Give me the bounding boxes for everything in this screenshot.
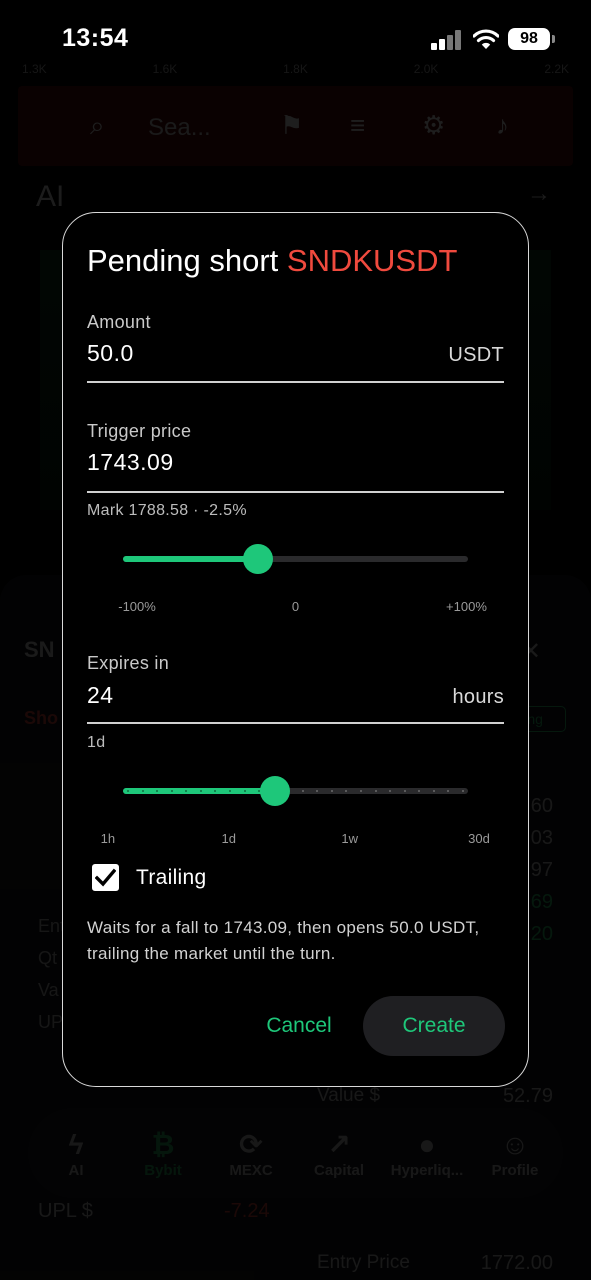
expires-slider[interactable] [123, 771, 468, 811]
slider-step-dot [403, 790, 406, 792]
amount-unit: USDT [448, 344, 504, 366]
expires-slider-ticks: 1h 1d 1w 30d [87, 831, 504, 847]
tick-label: +100% [446, 599, 487, 614]
slider-step-dot [199, 790, 202, 792]
amount-label: Amount [87, 312, 151, 332]
cancel-button[interactable]: Cancel [249, 998, 349, 1054]
tick-label: 0 [291, 599, 300, 614]
status-time: 13:54 [62, 24, 129, 52]
slider-step-dot [374, 790, 377, 792]
slider-step-dot [185, 790, 188, 792]
trigger-price-underline [87, 491, 504, 493]
symbol-label: SNDKUSDT [286, 243, 458, 278]
checkmark-icon [95, 868, 116, 887]
slider-step-dot [214, 790, 217, 792]
tick-label: 1h [100, 831, 116, 846]
slider-step-dot [360, 790, 362, 792]
amount-input[interactable] [87, 340, 387, 367]
slider-step-dot [127, 790, 129, 792]
trigger-slider-ticks: -100% 0 +100% [87, 599, 504, 615]
wifi-icon [473, 29, 499, 49]
slider-step-dot [432, 790, 435, 792]
create-button[interactable]: Create [363, 996, 505, 1056]
tick-label: 30d [468, 831, 490, 846]
expires-helper: 1d [87, 734, 106, 751]
battery-icon: 98 [508, 28, 555, 50]
slider-step-dot [243, 790, 246, 792]
slider-step-dot [141, 790, 144, 792]
slider-step-dot [389, 790, 392, 792]
slider-step-dot [447, 790, 450, 792]
trailing-checkbox[interactable] [92, 864, 119, 891]
slider-steps [123, 790, 468, 792]
slider-step-dot [301, 790, 304, 792]
slider-step-dot [156, 790, 159, 792]
slider-step-dot [418, 790, 421, 792]
trigger-price-label: Trigger price [87, 421, 192, 441]
expires-input[interactable] [87, 682, 387, 709]
tick-label: -100% [118, 599, 156, 614]
status-bar: 13:54 98 [0, 0, 591, 80]
slider-step-dot [316, 790, 319, 792]
slider-thumb[interactable] [259, 776, 290, 806]
slider-fill [123, 556, 258, 562]
slider-thumb[interactable] [242, 544, 273, 574]
slider-step-dot [461, 790, 464, 792]
expires-underline [87, 722, 504, 724]
pending-short-dialog: Pending short SNDKUSDT Amount USDT Trigg… [62, 212, 529, 1087]
amount-underline [87, 381, 504, 383]
mark-price-helper: Mark 1788.58 · -2.5% [87, 502, 247, 519]
trigger-price-input[interactable] [87, 449, 387, 476]
tick-label: 1d [221, 831, 236, 846]
slider-step-dot [228, 790, 231, 792]
expires-unit: hours [452, 686, 504, 708]
tick-label: 1w [341, 831, 359, 846]
cellular-signal-icon [431, 30, 463, 50]
dialog-title: Pending short SNDKUSDT [87, 243, 458, 278]
slider-step-dot [345, 790, 348, 792]
trigger-price-slider[interactable] [123, 539, 468, 579]
order-description: Waits for a fall to 1743.09, then opens … [87, 918, 480, 963]
slider-step-dot [330, 790, 333, 792]
trailing-label[interactable]: Trailing [136, 866, 206, 890]
expires-label: Expires in [87, 653, 170, 673]
slider-step-dot [170, 790, 173, 792]
